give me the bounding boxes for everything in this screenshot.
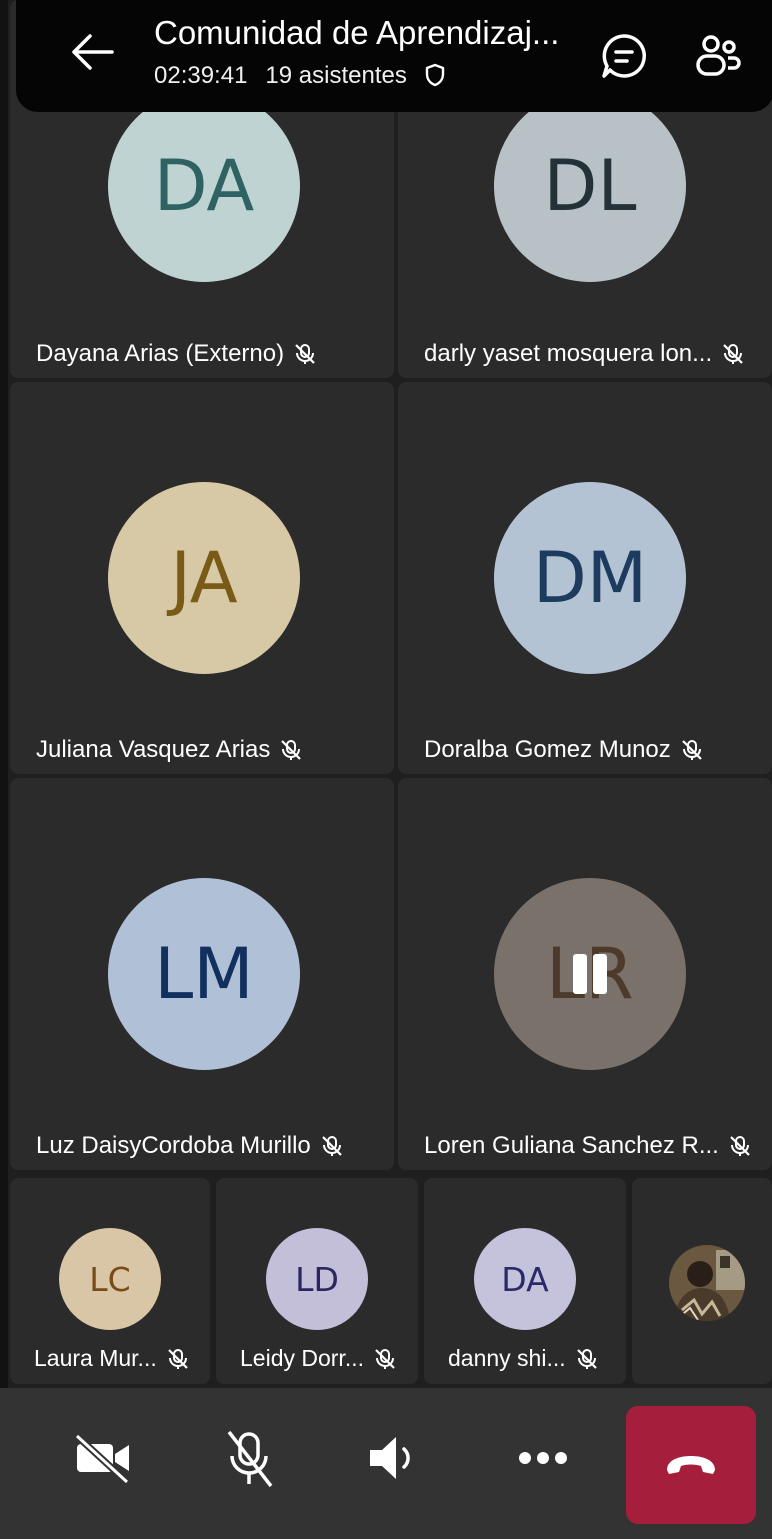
avatar: JA xyxy=(108,482,300,674)
camera-toggle-button[interactable] xyxy=(68,1428,138,1488)
back-arrow-icon[interactable] xyxy=(68,30,116,74)
participant-tile[interactable] xyxy=(632,1178,772,1384)
avatar: DA xyxy=(474,1228,576,1330)
mic-off-icon xyxy=(227,1430,273,1488)
hang-up-button[interactable] xyxy=(626,1406,756,1524)
avatar: LC xyxy=(59,1228,161,1330)
avatar: LM xyxy=(108,878,300,1070)
mic-muted-icon xyxy=(730,1136,750,1156)
participant-name-row: darly yaset mosquera lon... xyxy=(424,340,744,368)
attendee-count: 19 asistentes xyxy=(265,62,407,89)
participant-tile[interactable]: LR Loren Guliana Sanchez R... xyxy=(398,778,772,1170)
participant-name-row: Loren Guliana Sanchez R... xyxy=(424,1132,751,1160)
participant-name-row: Luz DaisyCordoba Murillo xyxy=(36,1132,343,1160)
video-paused-icon xyxy=(573,954,607,994)
mic-muted-icon xyxy=(295,344,315,364)
meeting-title: Comunidad de Aprendizaj... xyxy=(154,14,560,51)
participant-name-row: Leidy Dorr... xyxy=(240,1345,396,1372)
participant-name-row: Laura Mur... xyxy=(34,1345,189,1372)
profile-photo xyxy=(669,1245,745,1321)
avatar: DL xyxy=(494,90,686,282)
participant-name: Doralba Gomez Munoz xyxy=(424,736,671,763)
participant-tile[interactable]: DA danny shi... xyxy=(424,1178,626,1384)
participant-name-row: Dayana Arias (Externo) xyxy=(36,340,316,368)
participant-name: danny shi... xyxy=(448,1345,566,1371)
participant-name-row: danny shi... xyxy=(448,1345,598,1372)
participant-tile[interactable]: LC Laura Mur... xyxy=(10,1178,210,1384)
participants-icon[interactable] xyxy=(692,30,744,82)
participant-name: Loren Guliana Sanchez R... xyxy=(424,1132,719,1159)
avatar: DM xyxy=(494,482,686,674)
mic-toggle-button[interactable] xyxy=(214,1428,284,1488)
mic-muted-icon xyxy=(281,740,302,760)
camera-off-icon xyxy=(74,1433,130,1484)
avatar: LD xyxy=(266,1228,368,1330)
meeting-status: 02:39:41 19 asistentes xyxy=(154,62,445,90)
shield-icon xyxy=(425,63,445,87)
more-options-button[interactable] xyxy=(508,1428,578,1488)
mic-muted-icon xyxy=(375,1348,395,1369)
mic-muted-icon xyxy=(723,344,743,364)
participant-name: Laura Mur... xyxy=(34,1345,157,1371)
participant-name-row: Doralba Gomez Munoz xyxy=(424,736,703,764)
mic-muted-icon xyxy=(576,1348,597,1369)
speaker-icon xyxy=(370,1437,410,1479)
more-icon xyxy=(519,1452,567,1464)
speaker-button[interactable] xyxy=(360,1428,430,1488)
chat-icon[interactable] xyxy=(598,30,650,82)
participant-tile[interactable]: LD Leidy Dorr... xyxy=(216,1178,418,1384)
call-duration: 02:39:41 xyxy=(154,62,248,89)
mic-muted-icon xyxy=(167,1348,188,1369)
left-edge xyxy=(0,0,8,1539)
participant-name: Dayana Arias (Externo) xyxy=(36,340,285,367)
participant-name: darly yaset mosquera lon... xyxy=(424,340,713,367)
mic-muted-icon xyxy=(322,1136,342,1156)
participant-name-row: Juliana Vasquez Arias xyxy=(36,736,302,764)
participant-name: Luz DaisyCordoba Murillo xyxy=(36,1132,311,1159)
participant-name: Juliana Vasquez Arias xyxy=(36,736,271,763)
participant-tile[interactable]: JA Juliana Vasquez Arias xyxy=(10,382,394,774)
call-controls xyxy=(0,1388,772,1539)
participant-name: Leidy Dorr... xyxy=(240,1345,364,1371)
mic-muted-icon xyxy=(682,740,702,760)
avatar: DA xyxy=(108,90,300,282)
call-header: Comunidad de Aprendizaj... 02:39:41 19 as… xyxy=(16,0,772,112)
hang-up-icon xyxy=(667,1456,715,1474)
participant-tile[interactable]: DM Doralba Gomez Munoz xyxy=(398,382,772,774)
participant-tile[interactable]: LM Luz DaisyCordoba Murillo xyxy=(10,778,394,1170)
